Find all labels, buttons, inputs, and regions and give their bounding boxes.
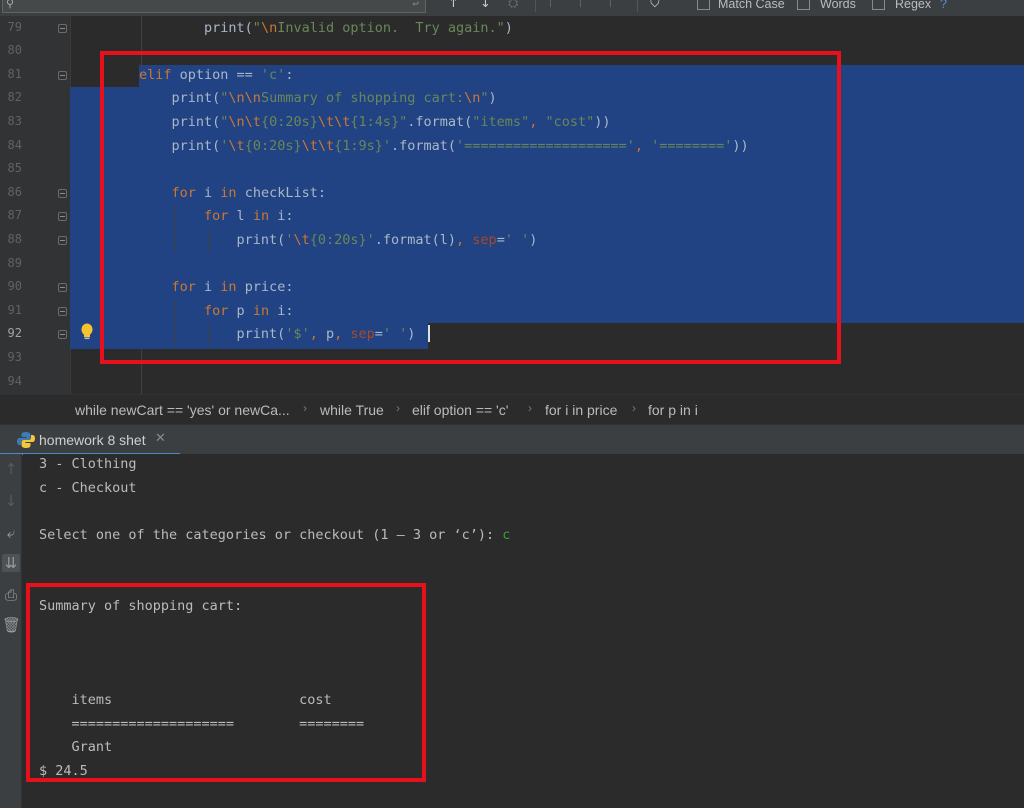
fold-marker-icon[interactable] bbox=[58, 283, 67, 293]
unselect-occurrence-icon[interactable]: ⊤ bbox=[575, 0, 586, 11]
breadcrumb-item[interactable]: for i in price bbox=[545, 402, 617, 418]
regex-help-link[interactable]: ? bbox=[940, 0, 947, 11]
line-number: 94 bbox=[7, 373, 22, 388]
code-line: print("\nInvalid option. Try again.") bbox=[139, 19, 513, 36]
fold-marker-icon[interactable] bbox=[58, 235, 67, 245]
soft-wrap-icon[interactable]: ⤶ bbox=[2, 524, 20, 542]
run-tab-label: homework 8 shet bbox=[39, 432, 146, 448]
find-toolbar: ⚲ ↩ ↑ ↓ ⛭ ⊤ ⊤ ⊤ ⛉ Match Case Words Regex… bbox=[0, 0, 1024, 16]
code-highlight-box bbox=[100, 51, 841, 364]
line-number: 87 bbox=[7, 208, 22, 223]
fold-marker-icon[interactable] bbox=[58, 70, 67, 80]
breadcrumb: while newCart == 'yes' or newCa... › whi… bbox=[0, 394, 1024, 424]
line-number: 91 bbox=[7, 302, 22, 317]
user-input-text: c bbox=[502, 526, 511, 543]
up-arrow-icon[interactable]: ↑ bbox=[2, 460, 20, 478]
search-input[interactable]: ⚲ ↩ bbox=[2, 0, 426, 13]
line-number: 88 bbox=[7, 231, 22, 246]
scroll-to-end-icon[interactable]: ⇊ bbox=[2, 554, 20, 572]
console-line: Select one of the categories or checkout… bbox=[39, 526, 511, 543]
fold-marker-icon[interactable] bbox=[58, 306, 67, 316]
filter-icon[interactable]: ⛉ bbox=[650, 0, 660, 11]
breadcrumb-item[interactable]: while True bbox=[320, 402, 384, 418]
line-number: 90 bbox=[7, 279, 22, 294]
line-number: 89 bbox=[7, 255, 22, 270]
words-checkbox[interactable] bbox=[797, 0, 810, 10]
match-case-checkbox[interactable] bbox=[697, 0, 710, 10]
lightbulb-icon[interactable] bbox=[80, 323, 94, 341]
down-arrow-icon[interactable]: ↓ bbox=[2, 492, 20, 510]
search-icon: ⚲ bbox=[6, 0, 15, 10]
run-tool-window-header: homework 8 shet ✕ bbox=[0, 424, 1024, 455]
python-icon bbox=[17, 432, 35, 448]
fold-marker-icon[interactable] bbox=[58, 23, 67, 33]
breadcrumb-item[interactable]: for p in i bbox=[648, 402, 698, 418]
line-number: 92 bbox=[7, 326, 22, 341]
fold-marker-icon[interactable] bbox=[58, 188, 67, 198]
words-label: Words bbox=[820, 0, 856, 11]
code-editor[interactable]: 79 80 81 82 83 84 85 86 87 88 89 90 91 92 93 94 print("… bbox=[0, 16, 1024, 394]
select-all-occurrences-icon[interactable]: ⊤ bbox=[605, 0, 616, 11]
previous-occurrence-icon[interactable]: ↑ bbox=[448, 0, 459, 11]
line-number: 83 bbox=[7, 113, 22, 128]
console-line: c - Checkout bbox=[39, 479, 137, 496]
regex-checkbox[interactable] bbox=[872, 0, 885, 10]
run-tab[interactable]: homework 8 shet ✕ bbox=[0, 425, 180, 455]
breadcrumb-item[interactable]: elif option == 'c' bbox=[412, 402, 508, 418]
fold-marker-icon[interactable] bbox=[58, 212, 67, 222]
output-highlight-box bbox=[26, 583, 426, 782]
regex-label: Regex bbox=[895, 0, 932, 11]
trash-icon[interactable]: 🗑 bbox=[2, 616, 21, 634]
line-number: 81 bbox=[7, 66, 22, 81]
match-case-label: Match Case bbox=[718, 0, 785, 11]
fold-marker-icon[interactable] bbox=[58, 330, 67, 340]
line-number: 86 bbox=[7, 184, 22, 199]
add-selection-icon[interactable]: ⊤ bbox=[545, 0, 556, 11]
breadcrumb-item[interactable]: while newCart == 'yes' or newCa... bbox=[75, 402, 290, 418]
line-number: 82 bbox=[7, 90, 22, 105]
line-number: 85 bbox=[7, 161, 22, 176]
find-all-icon[interactable]: ⛭ bbox=[508, 0, 518, 11]
console-output[interactable]: 3 - Clothing c - Checkout Select one of th… bbox=[23, 454, 1024, 808]
print-icon[interactable]: ⎙ bbox=[2, 586, 20, 604]
close-icon[interactable]: ✕ bbox=[155, 431, 166, 446]
line-number: 79 bbox=[7, 19, 22, 34]
next-occurrence-icon[interactable]: ↓ bbox=[480, 0, 491, 11]
line-number: 80 bbox=[7, 43, 22, 58]
line-number: 93 bbox=[7, 349, 22, 364]
line-number: 84 bbox=[7, 137, 22, 152]
run-toolbar: ↑ ↓ ⤶ ⇊ ⎙ 🗑 bbox=[0, 454, 22, 808]
enter-icon: ↩ bbox=[412, 0, 419, 10]
console-line: 3 - Clothing bbox=[39, 456, 137, 472]
